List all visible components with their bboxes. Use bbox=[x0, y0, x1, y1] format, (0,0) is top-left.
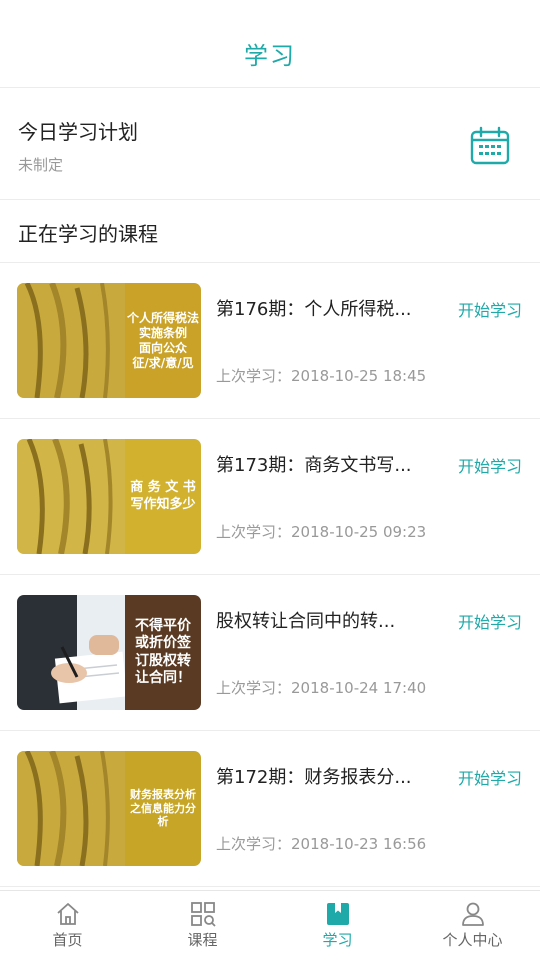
tab-label: 课程 bbox=[187, 931, 218, 949]
start-learning-button[interactable]: 开始学习 bbox=[458, 453, 522, 477]
thumbnail-line: 实施条例 bbox=[138, 325, 187, 340]
last-studied-time: 2018-10-25 09:23 bbox=[291, 523, 427, 541]
last-studied-label: 上次学习： bbox=[216, 523, 292, 541]
course-thumbnail: 商 务 文 书 写作知多少 bbox=[17, 439, 201, 554]
thumbnail-line: 写作知多少 bbox=[130, 496, 196, 512]
thumbnail-caption: 不得平价 或折价签 订股权转 让合同！ bbox=[125, 595, 201, 710]
thumbnail-line: 之信息能力分析 bbox=[130, 801, 196, 829]
last-studied-time: 2018-10-23 16:56 bbox=[291, 835, 427, 853]
rice-image bbox=[17, 283, 125, 398]
bottom-tab-bar: 首页 课程 学习 个人中心 bbox=[0, 890, 540, 960]
thumbnail-line: 面向公众 bbox=[138, 340, 187, 355]
section-title: 正在学习的课程 bbox=[18, 222, 158, 246]
last-studied-time: 2018-10-25 18:45 bbox=[291, 367, 427, 385]
plan-title: 今日学习计划 bbox=[18, 120, 138, 144]
rice-image bbox=[17, 439, 125, 554]
person-icon bbox=[461, 902, 484, 926]
book-icon bbox=[326, 903, 349, 925]
thumbnail-line: 订股权转 bbox=[135, 652, 191, 669]
course-list: 个人所得税法 实施条例 面向公众 征/求/意/见 第176期：个人所得税... … bbox=[0, 263, 540, 887]
today-plan-panel[interactable]: 今日学习计划 未制定 bbox=[0, 88, 540, 200]
home-icon bbox=[56, 903, 79, 925]
last-studied-label: 上次学习： bbox=[216, 835, 292, 853]
last-studied: 上次学习：2018-10-25 09:23 bbox=[216, 521, 426, 542]
course-item[interactable]: 个人所得税法 实施条例 面向公众 征/求/意/见 第176期：个人所得税... … bbox=[0, 263, 540, 419]
thumbnail-caption: 商 务 文 书 写作知多少 bbox=[125, 439, 201, 554]
course-thumbnail: 财务报表分析 之信息能力分析 bbox=[17, 751, 201, 866]
course-title: 第173期：商务文书写... bbox=[216, 455, 412, 476]
thumbnail-line: 征/求/意/见 bbox=[132, 355, 194, 370]
start-learning-button[interactable]: 开始学习 bbox=[458, 765, 522, 789]
last-studied: 上次学习：2018-10-23 16:56 bbox=[216, 833, 426, 854]
tab-profile[interactable]: 个人中心 bbox=[405, 891, 540, 960]
last-studied-label: 上次学习： bbox=[216, 679, 292, 697]
thumbnail-line: 或折价签 bbox=[135, 635, 191, 651]
thumbnail-line: 不得平价 bbox=[135, 617, 191, 634]
thumbnail-caption: 个人所得税法 实施条例 面向公众 征/求/意/见 bbox=[125, 283, 201, 398]
course-item[interactable]: 财务报表分析 之信息能力分析 第172期：财务报表分... 开始学习 上次学习：… bbox=[0, 731, 540, 887]
calendar-icon[interactable] bbox=[470, 126, 510, 166]
last-studied-time: 2018-10-24 17:40 bbox=[291, 679, 427, 697]
contract-signing-image bbox=[17, 595, 125, 710]
tab-courses[interactable]: 课程 bbox=[135, 891, 270, 960]
tab-home[interactable]: 首页 bbox=[0, 891, 135, 960]
last-studied: 上次学习：2018-10-24 17:40 bbox=[216, 677, 426, 698]
course-title: 股权转让合同中的转... bbox=[216, 611, 396, 632]
course-thumbnail: 个人所得税法 实施条例 面向公众 征/求/意/见 bbox=[17, 283, 201, 398]
section-header: 正在学习的课程 bbox=[0, 200, 540, 263]
course-title: 第172期：财务报表分... bbox=[216, 767, 412, 788]
rice-image bbox=[17, 751, 125, 866]
tab-label: 首页 bbox=[52, 931, 83, 949]
last-studied: 上次学习：2018-10-25 18:45 bbox=[216, 365, 426, 386]
app-header: 学习 bbox=[0, 0, 540, 88]
start-learning-button[interactable]: 开始学习 bbox=[458, 297, 522, 321]
last-studied-label: 上次学习： bbox=[216, 367, 292, 385]
thumbnail-line: 个人所得税法 bbox=[126, 310, 199, 325]
grid-search-icon bbox=[190, 902, 216, 927]
thumbnail-line: 财务报表分析 bbox=[130, 787, 196, 801]
tab-study[interactable]: 学习 bbox=[270, 891, 405, 960]
tab-label: 学习 bbox=[322, 931, 353, 949]
course-item[interactable]: 不得平价 或折价签 订股权转 让合同！ 股权转让合同中的转... 开始学习 上次… bbox=[0, 575, 540, 731]
start-learning-button[interactable]: 开始学习 bbox=[458, 609, 522, 633]
thumbnail-caption: 财务报表分析 之信息能力分析 bbox=[125, 751, 201, 866]
tab-label: 个人中心 bbox=[442, 931, 503, 949]
course-item[interactable]: 商 务 文 书 写作知多少 第173期：商务文书写... 开始学习 上次学习：2… bbox=[0, 419, 540, 575]
thumbnail-line: 商 务 文 书 bbox=[130, 480, 196, 496]
course-thumbnail: 不得平价 或折价签 订股权转 让合同！ bbox=[17, 595, 201, 710]
plan-status: 未制定 bbox=[18, 156, 64, 174]
course-title: 第176期：个人所得税... bbox=[216, 299, 412, 320]
thumbnail-line: 让合同！ bbox=[135, 670, 191, 686]
page-title: 学习 bbox=[244, 42, 296, 70]
